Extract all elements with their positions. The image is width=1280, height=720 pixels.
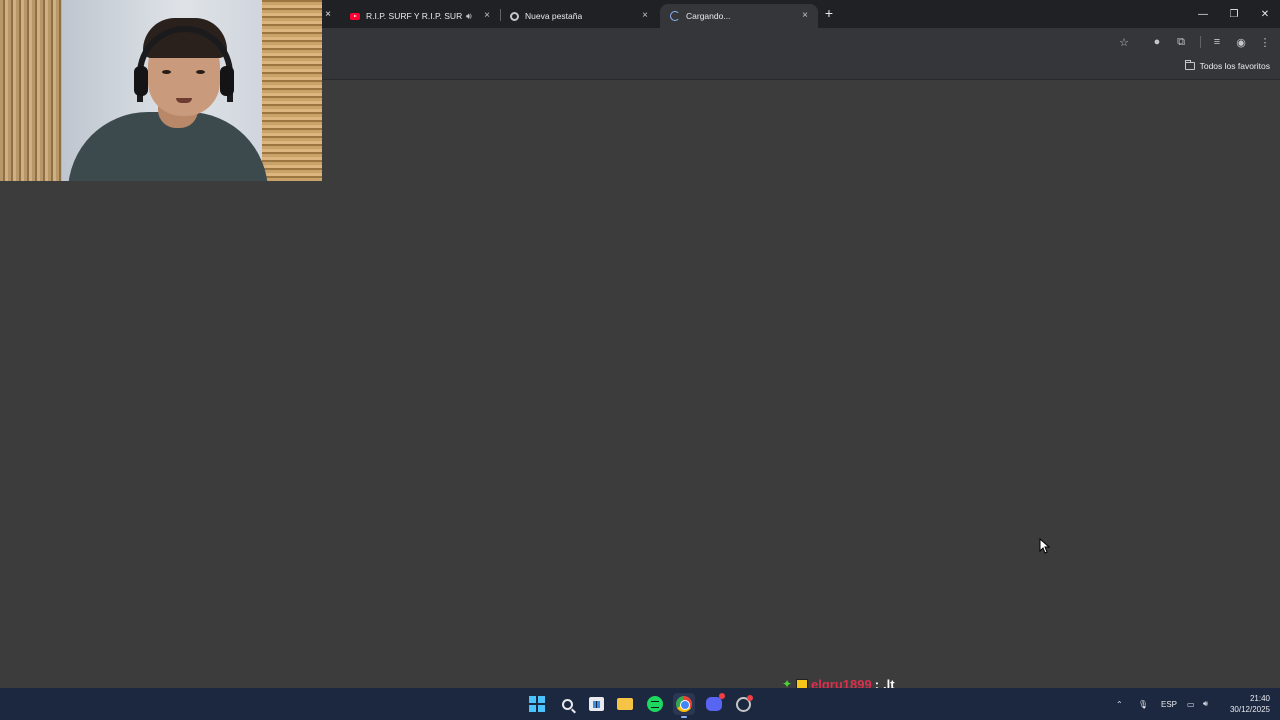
close-window-button[interactable]: ✕ (1250, 0, 1280, 28)
tab-title: Cargando... (686, 11, 731, 21)
media-control-icon[interactable]: ≡ (1209, 34, 1225, 50)
file-explorer-button[interactable] (614, 693, 636, 715)
loading-spinner-icon (670, 11, 680, 21)
folder-icon (1184, 60, 1195, 70)
discord-button[interactable] (703, 693, 725, 715)
chrome-icon (510, 11, 519, 21)
tab-title: R.I.P. SURF Y R.I.P. SURFISTA (366, 11, 462, 21)
audio-playing-icon[interactable]: 🔊︎ (466, 11, 472, 22)
app-button[interactable] (732, 693, 754, 715)
clock-time: 21:40 (1249, 694, 1270, 703)
spotify-icon (647, 696, 663, 712)
webcam-background (0, 0, 62, 181)
headphone-cup (220, 66, 234, 96)
tab-close-icon[interactable]: × (480, 8, 494, 22)
profile-icon[interactable]: ◉ (1233, 34, 1249, 50)
chrome-button[interactable] (673, 693, 695, 718)
app-icon (735, 694, 753, 712)
all-bookmarks-button[interactable]: Todos los favoritos (1184, 60, 1270, 71)
search-icon (561, 698, 573, 710)
minimize-button[interactable]: — (1188, 0, 1218, 28)
close-icon: ✕ (1260, 8, 1270, 20)
screen: × R.I.P. SURF Y R.I.P. SURFISTA 🔊︎ × Nue… (0, 0, 1280, 720)
microphone-icon[interactable]: 🎙︎ (1138, 688, 1148, 720)
tab-loading[interactable]: Cargando... × (660, 4, 818, 28)
all-bookmarks-label: Todos los favoritos (1199, 61, 1270, 71)
discord-icon (706, 693, 725, 711)
clock-date: 30/12/2025 (1229, 705, 1270, 714)
chrome-icon (676, 696, 692, 712)
start-button[interactable] (526, 693, 548, 715)
streamer-eye (196, 70, 205, 74)
streamer-eye (162, 70, 171, 74)
close-glyph: × (325, 8, 331, 20)
volume-icon[interactable]: 🔊︎ (1203, 688, 1208, 720)
tab-close-icon[interactable]: × (798, 8, 812, 22)
language-indicator[interactable]: ESP (1161, 688, 1177, 720)
webcam-overlay (0, 0, 322, 181)
file-explorer-icon (617, 698, 633, 710)
taskbar: ⌃ 🎙︎ ESP ▭ 🔊︎ 21:40 30/12/2025 (0, 688, 1280, 720)
network-icon[interactable]: ▭ (1187, 688, 1195, 720)
store-button[interactable] (585, 693, 607, 715)
webcam-background (262, 0, 322, 181)
minimize-icon: — (1198, 8, 1208, 20)
tab-new-tab[interactable]: Nueva pestaña × (500, 4, 658, 28)
puzzle-icon[interactable]: ⧉ (1173, 34, 1189, 50)
restore-button[interactable]: ❐ (1219, 0, 1249, 28)
streamer-mouth (176, 98, 192, 103)
tab-title: Nueva pestaña (525, 11, 583, 21)
headphone-cup (134, 66, 148, 96)
new-tab-button[interactable]: + (822, 6, 836, 22)
store-icon (588, 697, 604, 711)
tray-overflow-icon[interactable]: ⌃ (1116, 688, 1123, 720)
menu-icon[interactable]: ⋮ (1257, 34, 1273, 50)
search-button[interactable] (556, 693, 578, 715)
spotify-button[interactable] (644, 693, 666, 715)
youtube-icon (350, 12, 360, 20)
star-icon[interactable]: ☆ (1116, 34, 1132, 50)
taskbar-clock[interactable]: 21:40 30/12/2025 (1230, 693, 1270, 715)
restore-icon: ❐ (1229, 8, 1239, 20)
start-icon (529, 696, 545, 712)
extension-icon[interactable]: ● (1149, 34, 1165, 50)
toolbar-divider (1200, 36, 1201, 48)
tab-youtube[interactable]: R.I.P. SURF Y R.I.P. SURFISTA 🔊︎ × (340, 4, 500, 28)
active-indicator (681, 716, 687, 718)
tab-close-icon[interactable]: × (638, 8, 652, 22)
